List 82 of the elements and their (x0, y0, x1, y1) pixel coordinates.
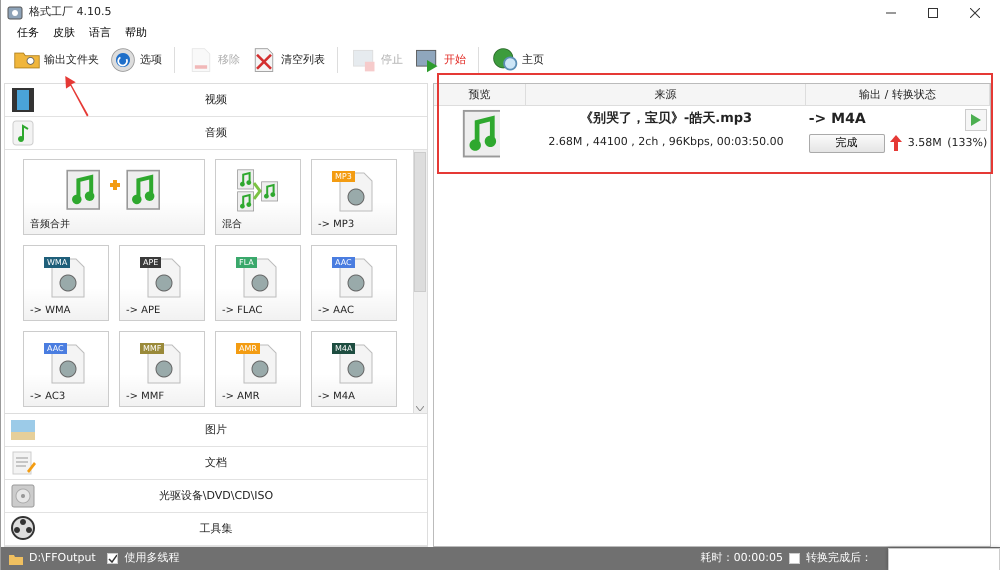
tile-label: -> AC3 (30, 390, 66, 404)
format-badge: WMA (44, 256, 70, 268)
format-tile[interactable]: AAC -> AC3 (23, 331, 109, 407)
menu-item[interactable]: 皮肤 (53, 25, 75, 42)
toolbar-button[interactable]: 主页 (489, 46, 546, 74)
category-label: 图片 (204, 422, 228, 438)
category-header[interactable]: 光驱设备\DVD\CD\ISO (5, 480, 427, 513)
scroll-down-icon (416, 406, 424, 411)
gear-icon (109, 46, 137, 74)
format-badge: M4A (332, 342, 356, 354)
column-header: 输出 / 转换状态 (806, 84, 990, 105)
column-header: 预览 (434, 84, 526, 105)
output-size: 3.58M (908, 134, 942, 151)
output-format: -> M4A (808, 110, 866, 130)
tile-label: -> MP3 (318, 218, 354, 232)
format-badge: MP3 (332, 170, 355, 182)
checkbox-label: 转换完成后： (806, 550, 872, 566)
tile-label: -> FLAC (222, 304, 262, 318)
tile-label: 音频合并 (30, 218, 70, 232)
format-tile[interactable]: 混合 (215, 159, 301, 235)
window-title: 格式工厂 4.10.5 (29, 4, 112, 20)
format-badge: APE (140, 256, 162, 268)
tile-label: 混合 (222, 218, 242, 232)
maximize-icon (928, 8, 938, 18)
format-tile[interactable]: 音频合并 (23, 159, 205, 235)
format-tile[interactable]: WMA -> WMA (23, 245, 109, 321)
film-reel-icon (9, 515, 37, 543)
format-tile[interactable]: FLA -> FLAC (215, 245, 301, 321)
format-tile[interactable]: APE -> APE (119, 245, 205, 321)
scrollbar[interactable] (412, 150, 427, 413)
format-tile[interactable]: MMF -> MMF (119, 331, 205, 407)
category-label: 视频 (204, 92, 228, 108)
format-tile[interactable]: AMR -> AMR (215, 331, 301, 407)
disc-drive-icon (9, 482, 37, 510)
format-badge: AMR (236, 342, 260, 354)
close-icon (970, 8, 980, 18)
check-mark-icon (108, 554, 118, 563)
size-ratio: (133%) (947, 134, 988, 151)
source-file-name: 《别哭了，宝贝》-皓天.mp3 (580, 110, 752, 128)
toolbar-button[interactable]: 开始 (411, 46, 468, 74)
toolbar-button[interactable]: 输出文件夹 (11, 46, 101, 74)
category-header[interactable]: 视频 (5, 84, 427, 117)
mix-audio-icon (236, 168, 280, 212)
menu-item[interactable]: 帮助 (125, 25, 147, 42)
format-tile[interactable]: MP3 -> MP3 (311, 159, 397, 235)
column-header: 来源 (526, 84, 806, 105)
menu-item[interactable]: 任务 (17, 25, 39, 42)
menu-item[interactable]: 语言 (89, 25, 111, 42)
checkbox[interactable] (107, 553, 118, 564)
category-label: 音频 (204, 124, 228, 141)
output-folder-path: D:\FFOutput (29, 550, 96, 566)
category-label: 光驱设备\DVD\CD\ISO (158, 488, 274, 504)
category-header[interactable]: 文档 (5, 447, 427, 480)
tile-label: -> AAC (318, 304, 354, 318)
tile-label: -> APE (126, 304, 160, 318)
play-button[interactable] (965, 108, 988, 131)
toolbar-button[interactable]: 选项 (107, 46, 164, 74)
folder-icon (9, 552, 23, 564)
format-badge: AAC (44, 342, 67, 354)
category-header[interactable]: 工具集 (5, 513, 427, 546)
app-icon (7, 6, 23, 20)
checkbox-label: 使用多线程 (124, 550, 180, 566)
format-badge: AAC (332, 256, 355, 268)
format-tile[interactable]: M4A -> M4A (311, 331, 397, 407)
category-label: 工具集 (198, 520, 234, 537)
arrow-up-icon (890, 135, 902, 151)
format-badge: FLA (236, 256, 257, 268)
format-badge: MMF (140, 342, 164, 354)
toolbar-button[interactable]: 清空列表 (248, 46, 327, 74)
tile-label: -> M4A (318, 390, 355, 404)
tile-label: -> AMR (222, 390, 260, 404)
elapsed-time: 耗时：00:00:05 (700, 550, 783, 566)
category-header[interactable]: 图片 (5, 414, 427, 447)
format-tile[interactable]: AAC -> AAC (311, 245, 397, 321)
tile-label: -> WMA (30, 304, 71, 318)
category-header[interactable]: 音频 (5, 117, 427, 150)
status-button[interactable]: 完成 (808, 134, 885, 152)
film-icon (9, 86, 37, 114)
source-file-info: 2.68M , 44100 , 2ch , 96Kbps, 00:03:50.00 (548, 134, 784, 150)
play-icon (971, 114, 982, 126)
tile-label: -> MMF (126, 390, 164, 404)
category-label: 文档 (204, 454, 228, 471)
